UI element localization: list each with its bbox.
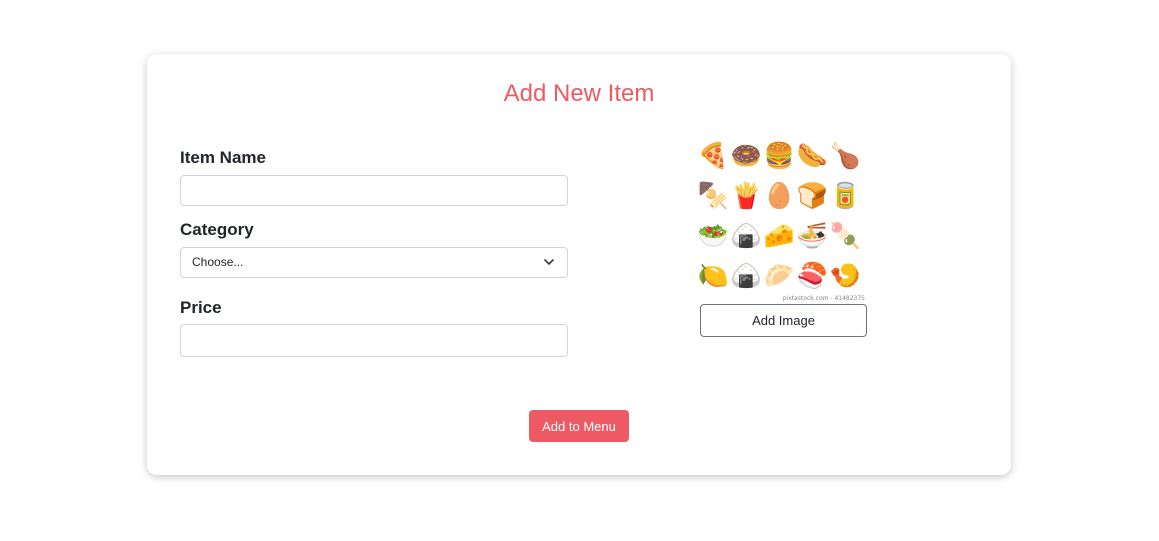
price-label: Price <box>180 298 222 317</box>
page-title: Add New Item <box>503 80 655 107</box>
food-icon: 🍤 <box>829 261 862 290</box>
category-label: Category <box>180 220 254 239</box>
food-icon: 🧀 <box>763 221 796 250</box>
category-selected-value: Choose... <box>192 255 244 269</box>
food-icon: 🍞 <box>796 181 829 210</box>
food-icon: 🍙 <box>730 261 763 290</box>
food-icon: 🥗 <box>697 221 730 250</box>
category-select[interactable]: Choose... <box>180 247 568 278</box>
item-name-input[interactable] <box>180 175 568 206</box>
food-icon: 🍔 <box>763 141 796 170</box>
food-icon: 🍋 <box>697 261 730 290</box>
food-icon: 🍙 <box>730 221 763 250</box>
food-icon: 🍗 <box>829 141 862 170</box>
food-image: 🍕 🍩 🍔 🌭 🍗 🍢 🍟 🥚 🍞 🥫 🥗 🍙 🧀 🍜 🍡 🍋 🍙 🥟 🍣 🍤 pixtastock.com - 41… <box>697 136 867 302</box>
food-icon: 🍩 <box>730 141 763 170</box>
food-icon-grid: 🍕 🍩 🍔 🌭 🍗 🍢 🍟 🥚 🍞 🥫 🥗 🍙 🧀 🍜 🍡 🍋 🍙 🥟 🍣 🍤 <box>697 136 862 296</box>
food-icon: 🥟 <box>763 261 796 290</box>
add-to-menu-button[interactable]: Add to Menu <box>529 410 629 442</box>
add-image-button[interactable]: Add Image <box>700 304 867 337</box>
food-icon: 🍕 <box>697 141 730 170</box>
food-icon: 🥫 <box>829 181 862 210</box>
food-icon: 🍢 <box>697 181 730 210</box>
food-icon: 🌭 <box>796 141 829 170</box>
chevron-down-icon <box>544 259 554 265</box>
image-watermark: pixtastock.com - 41482375 <box>782 295 865 302</box>
food-icon: 🍣 <box>796 261 829 290</box>
food-icon: 🥚 <box>763 181 796 210</box>
food-icon: 🍡 <box>829 221 862 250</box>
add-item-card: Add New Item Item Name Category Choose..… <box>147 54 1011 475</box>
food-icon: 🍟 <box>730 181 763 210</box>
price-input[interactable] <box>180 324 568 357</box>
food-icon: 🍜 <box>796 221 829 250</box>
item-name-label: Item Name <box>180 148 266 167</box>
